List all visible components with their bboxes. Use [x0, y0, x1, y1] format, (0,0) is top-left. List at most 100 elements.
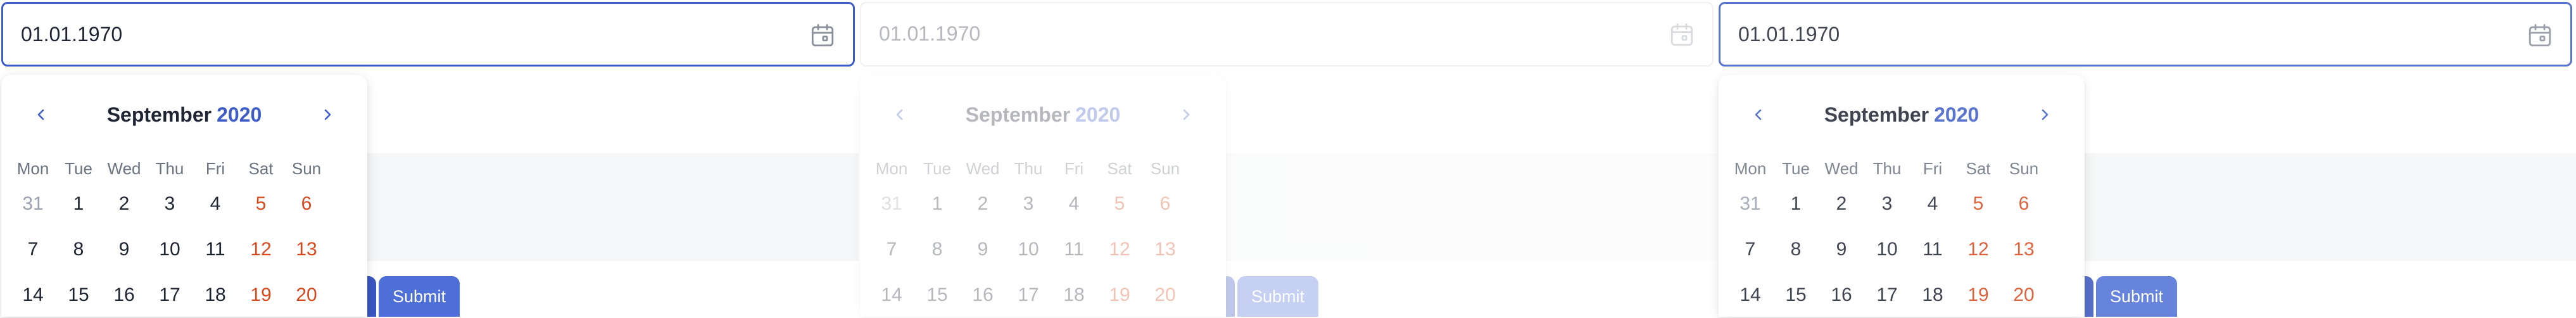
chevron-right-icon[interactable] — [2030, 100, 2059, 129]
day-cell[interactable]: 31 — [869, 181, 914, 227]
day-cell[interactable]: 14 — [10, 272, 56, 318]
day-cell[interactable]: 7 — [869, 227, 914, 272]
date-input[interactable] — [879, 3, 1639, 64]
day-cell[interactable]: 9 — [1819, 227, 1864, 272]
day-cell[interactable]: 2 — [101, 181, 147, 227]
day-cell[interactable]: 31 — [1727, 181, 1773, 227]
day-cell[interactable]: 4 — [193, 181, 238, 227]
year-label: 2020 — [217, 103, 262, 126]
day-cell[interactable]: 8 — [914, 227, 960, 272]
chevron-right-icon[interactable] — [313, 100, 342, 129]
day-cell[interactable]: 10 — [1864, 227, 1910, 272]
day-cell[interactable]: 16 — [101, 272, 147, 318]
day-cell[interactable]: 18 — [1910, 272, 1955, 318]
date-input[interactable] — [21, 4, 781, 65]
day-cell[interactable]: 11 — [1051, 227, 1097, 272]
day-cell[interactable]: 18 — [1051, 272, 1097, 318]
day-cell[interactable]: 9 — [101, 227, 147, 272]
calendar-grid: Mon Tue Wed Thu Fri Sat Sun 31 1 2 3 4 5… — [869, 156, 1217, 318]
day-cell[interactable]: 20 — [284, 272, 329, 318]
day-cell[interactable]: 18 — [193, 272, 238, 318]
weekday-label: Sun — [291, 159, 322, 178]
weekday-row: Mon Tue Wed Thu Fri Sat Sun — [10, 156, 358, 181]
date-field — [1719, 2, 2572, 67]
week-row: 7 8 9 10 11 12 13 — [1727, 227, 2076, 272]
day-cell[interactable]: 31 — [10, 181, 56, 227]
day-cell[interactable]: 5 — [1955, 181, 2001, 227]
weekday-label: Fri — [205, 159, 225, 178]
calendar-icon[interactable] — [809, 22, 837, 49]
weekday-label: Tue — [923, 159, 951, 178]
day-cell[interactable]: 20 — [1142, 272, 1188, 318]
day-cell[interactable]: 3 — [1864, 181, 1910, 227]
day-cell[interactable]: 15 — [914, 272, 960, 318]
weekday-label: Sun — [1150, 159, 1180, 178]
content-area — [355, 153, 859, 261]
day-cell[interactable]: 13 — [284, 227, 329, 272]
weekday-label: Thu — [1872, 159, 1902, 178]
week-row: 31 1 2 3 4 5 6 — [1727, 181, 2076, 227]
day-cell[interactable]: 13 — [1142, 227, 1188, 272]
calendar-popup: September 2020 Mon Tue Wed Thu Fri Sat Su… — [1719, 75, 2085, 317]
month-label: September — [1824, 103, 1929, 126]
calendar-header: September 2020 — [1, 100, 367, 129]
day-cell[interactable]: 17 — [1006, 272, 1051, 318]
day-cell[interactable]: 14 — [869, 272, 914, 318]
weekday-label: Wed — [966, 159, 1000, 178]
day-cell[interactable]: 6 — [1142, 181, 1188, 227]
month-label: September — [965, 103, 1071, 126]
week-row: 31 1 2 3 4 5 6 — [10, 181, 358, 227]
calendar-grid: Mon Tue Wed Thu Fri Sat Sun 31 1 2 3 4 5… — [10, 156, 358, 318]
day-cell[interactable]: 1 — [1773, 181, 1819, 227]
day-cell[interactable]: 6 — [284, 181, 329, 227]
day-cell[interactable]: 1 — [56, 181, 101, 227]
day-cell[interactable]: 8 — [1773, 227, 1819, 272]
day-cell[interactable]: 15 — [56, 272, 101, 318]
day-cell[interactable]: 7 — [10, 227, 56, 272]
day-cell[interactable]: 3 — [1006, 181, 1051, 227]
day-cell[interactable]: 6 — [2001, 181, 2047, 227]
year-label: 2020 — [1075, 103, 1121, 126]
day-cell[interactable]: 11 — [193, 227, 238, 272]
day-cell[interactable]: 16 — [1819, 272, 1864, 318]
day-cell[interactable]: 12 — [238, 227, 284, 272]
submit-button[interactable]: Submit — [2096, 276, 2177, 317]
weekday-label: Tue — [1782, 159, 1810, 178]
chevron-right-icon[interactable] — [1171, 100, 1201, 129]
day-cell[interactable]: 8 — [56, 227, 101, 272]
submit-button[interactable]: Submit — [379, 276, 460, 317]
day-cell[interactable]: 19 — [1097, 272, 1142, 318]
date-input[interactable] — [1738, 4, 2498, 65]
day-cell[interactable]: 17 — [147, 272, 193, 318]
date-field — [1, 2, 855, 67]
day-cell[interactable]: 16 — [960, 272, 1006, 318]
day-cell[interactable]: 11 — [1910, 227, 1955, 272]
day-cell[interactable]: 4 — [1051, 181, 1097, 227]
day-cell[interactable]: 9 — [960, 227, 1006, 272]
calendar-icon[interactable] — [1668, 21, 1696, 49]
day-cell[interactable]: 20 — [2001, 272, 2047, 318]
submit-button[interactable]: Submit — [1237, 276, 1318, 317]
day-cell[interactable]: 12 — [1097, 227, 1142, 272]
day-cell[interactable]: 13 — [2001, 227, 2047, 272]
calendar-icon[interactable] — [2526, 22, 2554, 49]
day-cell[interactable]: 5 — [1097, 181, 1142, 227]
day-cell[interactable]: 19 — [1955, 272, 2001, 318]
day-cell[interactable]: 5 — [238, 181, 284, 227]
day-cell[interactable]: 1 — [914, 181, 960, 227]
datepicker-panel: Submit September2020 — [0, 0, 859, 317]
day-cell[interactable]: 2 — [1819, 181, 1864, 227]
day-cell[interactable]: 17 — [1864, 272, 1910, 318]
day-cell[interactable]: 19 — [238, 272, 284, 318]
day-cell[interactable]: 4 — [1910, 181, 1955, 227]
day-cell[interactable]: 15 — [1773, 272, 1819, 318]
day-cell[interactable]: 14 — [1727, 272, 1773, 318]
day-cell[interactable]: 10 — [147, 227, 193, 272]
month-label: September — [106, 103, 212, 126]
calendar-header: September 2020 — [860, 100, 1226, 129]
day-cell[interactable]: 10 — [1006, 227, 1051, 272]
day-cell[interactable]: 2 — [960, 181, 1006, 227]
day-cell[interactable]: 7 — [1727, 227, 1773, 272]
day-cell[interactable]: 3 — [147, 181, 193, 227]
day-cell[interactable]: 12 — [1955, 227, 2001, 272]
